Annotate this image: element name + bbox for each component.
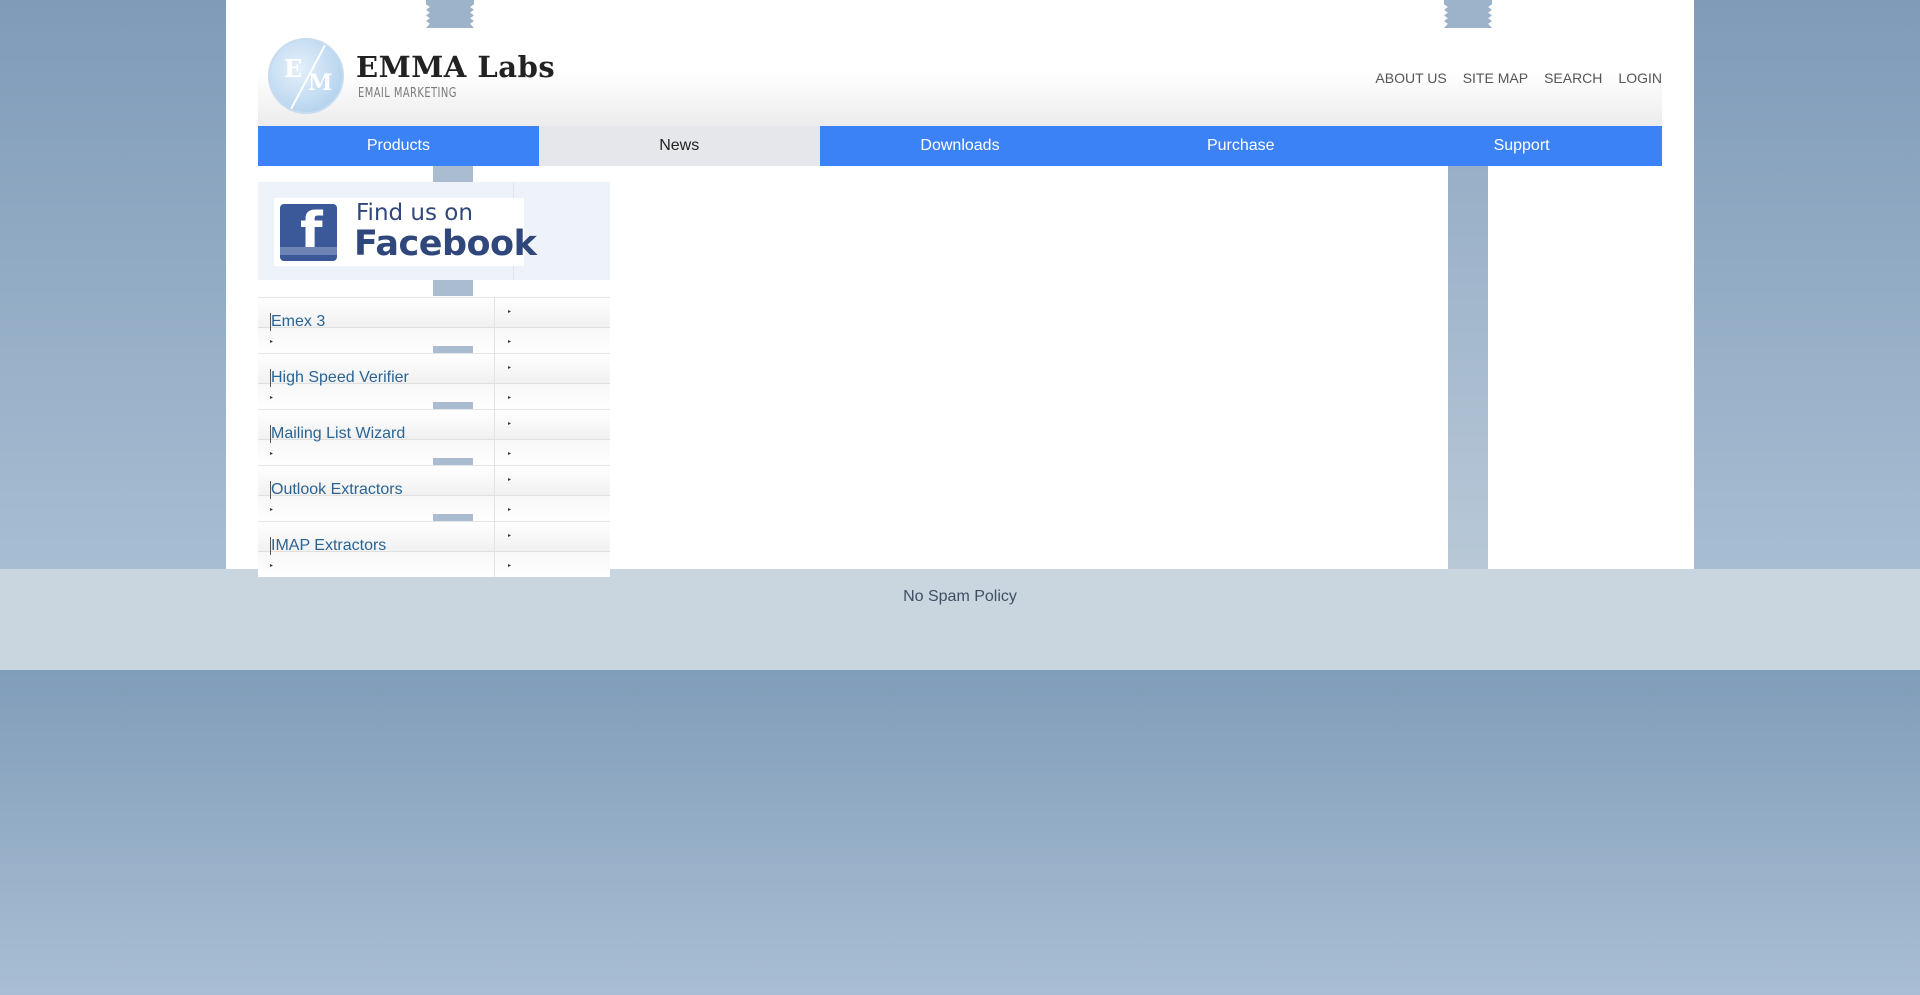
footer-band <box>0 569 1920 670</box>
list-item: High Speed Verifier ▸ ▸ ▸ <box>258 353 610 409</box>
nav-news[interactable]: News <box>538 126 820 166</box>
facebook-wordmark: Facebook <box>354 224 537 264</box>
decorative-hanger-left <box>426 0 474 28</box>
about-us-link[interactable]: ABOUT US <box>1375 70 1446 86</box>
nav-products[interactable]: Products <box>258 126 539 166</box>
main-nav: Products News Downloads Purchase Support <box>258 126 1662 166</box>
arrow-right-icon: ▸ <box>508 395 512 401</box>
arrow-right-icon: ▸ <box>270 507 274 513</box>
lower-background <box>0 670 1920 995</box>
arrow-right-icon: ▸ <box>270 563 274 569</box>
facebook-find-us-text: Find us on <box>356 200 473 226</box>
logo-letter-e: E <box>284 54 303 83</box>
facebook-badge-button[interactable]: f Find us on Facebook <box>274 198 537 266</box>
facebook-icon: f <box>280 204 337 261</box>
list-item-divider <box>494 409 495 465</box>
list-item-divider <box>494 297 495 353</box>
search-link[interactable]: SEARCH <box>1544 70 1602 86</box>
site-header: E M EMMA Labs EMAIL MARKETING ABOUT US S… <box>258 28 1662 126</box>
arrow-right-icon: ▸ <box>508 451 512 457</box>
site-map-link[interactable]: SITE MAP <box>1463 70 1528 86</box>
nav-support[interactable]: Support <box>1381 126 1662 166</box>
list-item-divider <box>494 353 495 409</box>
site-footer: No Spam Policy <box>0 588 1920 606</box>
product-link-high-speed-verifier[interactable]: High Speed Verifier <box>270 369 409 387</box>
list-item: Outlook Extractors ▸ ▸ ▸ <box>258 465 610 521</box>
brand-name[interactable]: EMMA Labs <box>356 50 555 84</box>
product-link-imap-extractors[interactable]: IMAP Extractors <box>270 537 386 555</box>
list-item: Emex 3 ▸ ▸ ▸ <box>258 297 610 353</box>
product-list: Emex 3 ▸ ▸ ▸ High Speed Verifier ▸ ▸ ▸ M… <box>258 297 610 577</box>
list-item: IMAP Extractors ▸ ▸ ▸ <box>258 521 610 577</box>
arrow-right-icon: ▸ <box>270 339 274 345</box>
login-link[interactable]: LOGIN <box>1618 70 1662 86</box>
arrow-right-icon: ▸ <box>508 421 512 427</box>
brand-tagline: EMAIL MARKETING <box>358 86 457 101</box>
no-spam-policy-link[interactable]: No Spam Policy <box>903 588 1017 605</box>
logo-letter-m: M <box>308 70 333 96</box>
right-decorative-strip <box>1448 166 1488 569</box>
facebook-icon-band <box>280 247 337 255</box>
list-connector <box>433 514 473 521</box>
arrow-right-icon: ▸ <box>508 365 512 371</box>
arrow-right-icon: ▸ <box>508 563 512 569</box>
nav-downloads[interactable]: Downloads <box>819 126 1101 166</box>
product-link-outlook-extractors[interactable]: Outlook Extractors <box>270 481 403 499</box>
product-link-mailing-list-wizard[interactable]: Mailing List Wizard <box>270 425 405 443</box>
list-item-divider <box>494 521 495 577</box>
arrow-right-icon: ▸ <box>270 395 274 401</box>
arrow-right-icon: ▸ <box>508 507 512 513</box>
arrow-right-icon: ▸ <box>270 451 274 457</box>
sidebar-connector <box>433 280 473 296</box>
list-item: Mailing List Wizard ▸ ▸ ▸ <box>258 409 610 465</box>
arrow-right-icon: ▸ <box>508 339 512 345</box>
list-connector <box>433 458 473 465</box>
logo-icon[interactable]: E M <box>268 38 344 114</box>
arrow-right-icon: ▸ <box>508 533 512 539</box>
list-item-divider <box>494 465 495 521</box>
nav-purchase[interactable]: Purchase <box>1100 126 1382 166</box>
top-links: ABOUT US SITE MAP SEARCH LOGIN <box>1375 70 1662 86</box>
arrow-right-icon: ▸ <box>508 309 512 315</box>
decorative-hanger-right <box>1444 0 1492 28</box>
list-item-bottom <box>258 552 610 577</box>
page-container: E M EMMA Labs EMAIL MARKETING ABOUT US S… <box>226 0 1694 577</box>
list-connector <box>433 346 473 353</box>
product-link-emex-3[interactable]: Emex 3 <box>270 313 325 331</box>
arrow-right-icon: ▸ <box>508 477 512 483</box>
facebook-panel: f Find us on Facebook <box>258 182 610 280</box>
sidebar: f Find us on Facebook Emex 3 ▸ ▸ ▸ High … <box>258 166 610 577</box>
list-connector <box>433 402 473 409</box>
sidebar-connector <box>433 166 473 182</box>
